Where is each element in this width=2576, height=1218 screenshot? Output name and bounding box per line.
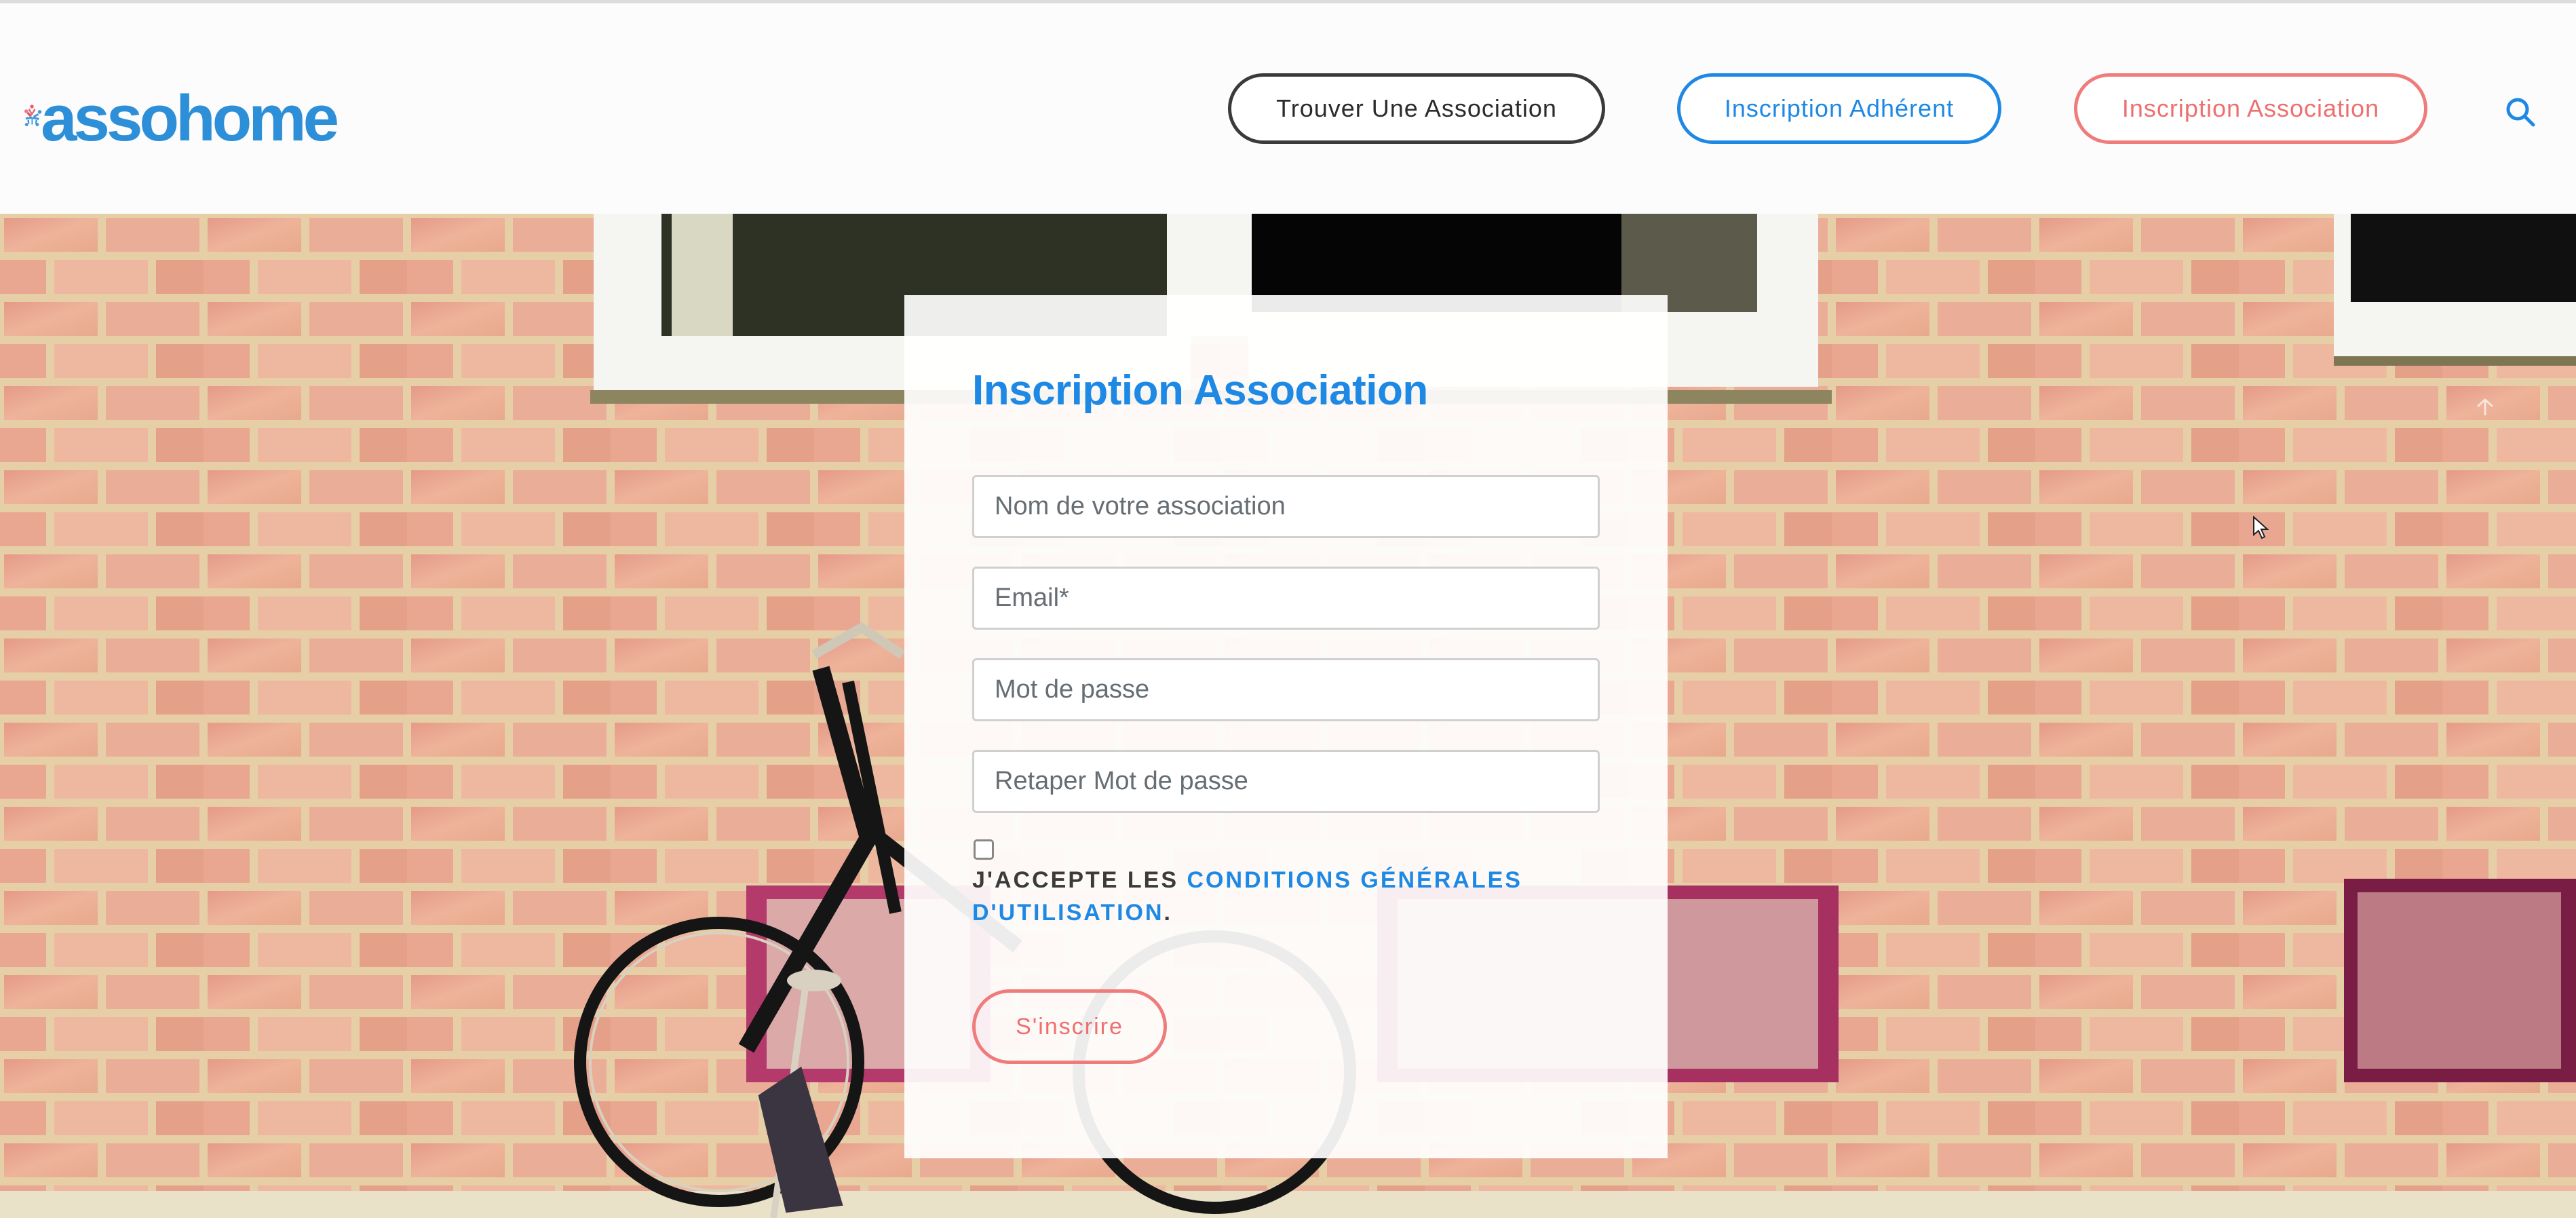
arrow-up-icon[interactable] [2475,397,2495,417]
site-header: assohome Trouver Une Association Inscrip… [0,3,2576,214]
password-input[interactable] [972,658,1600,721]
window-right [2334,214,2576,366]
nav-find-association-button[interactable]: Trouver Une Association [1228,73,1605,144]
terms-label: J'ACCEPTE LES CONDITIONS GÉNÉRALES D'UTI… [972,864,1583,929]
signup-card: Inscription Association J'ACCEPTE LES CO… [904,295,1668,1158]
form-title: Inscription Association [972,367,1428,414]
logo[interactable]: assohome [24,71,339,155]
terms-suffix: . [1164,900,1172,926]
search-icon[interactable] [2503,95,2537,129]
terms-checkbox[interactable] [974,839,994,860]
signup-submit-button[interactable]: S'inscrire [972,989,1167,1064]
ground [0,1191,2576,1218]
vent-right [2344,879,2576,1082]
email-input[interactable] [972,567,1600,630]
confirm-password-input[interactable] [972,750,1600,813]
mouse-cursor-icon [2253,516,2269,539]
logo-people-icon [24,104,42,126]
association-name-input[interactable] [972,475,1600,538]
nav-association-signup-button[interactable]: Inscription Association [2074,73,2427,144]
logo-text: assohome [41,82,339,155]
terms-prefix: J'ACCEPTE LES [972,867,1187,893]
nav-member-signup-button[interactable]: Inscription Adhérent [1677,73,2001,144]
